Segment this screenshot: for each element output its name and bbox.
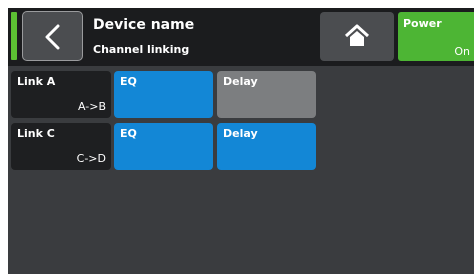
link-c-label: Link C [17,127,55,140]
link-a-eq-button[interactable]: EQ [114,71,213,118]
back-button[interactable] [22,11,83,61]
page-title: Device name [93,17,195,33]
home-icon [344,24,370,46]
link-a-delay-button[interactable]: Delay [217,71,316,118]
link-c-route: C->D [76,152,106,165]
header-bar: Device name Channel linking Power On [8,8,474,66]
power-state: On [454,45,470,58]
chevron-left-icon [45,24,60,50]
link-c-delay-button[interactable]: Delay [217,123,316,170]
link-c-eq-label: EQ [120,127,137,140]
power-label: Power [403,17,442,30]
link-a-tile[interactable]: Link A A->B [11,71,111,118]
power-button[interactable]: Power On [398,12,474,61]
page-subtitle: Channel linking [93,43,190,56]
link-a-delay-label: Delay [223,75,258,88]
link-a-label: Link A [17,75,56,88]
status-indicator [11,12,17,60]
link-c-tile[interactable]: Link C C->D [11,123,111,170]
device-screen: Device name Channel linking Power On Lin… [8,8,474,274]
home-button[interactable] [320,12,394,61]
link-c-eq-button[interactable]: EQ [114,123,213,170]
link-a-eq-label: EQ [120,75,137,88]
link-c-delay-label: Delay [223,127,258,140]
link-a-route: A->B [77,100,106,113]
